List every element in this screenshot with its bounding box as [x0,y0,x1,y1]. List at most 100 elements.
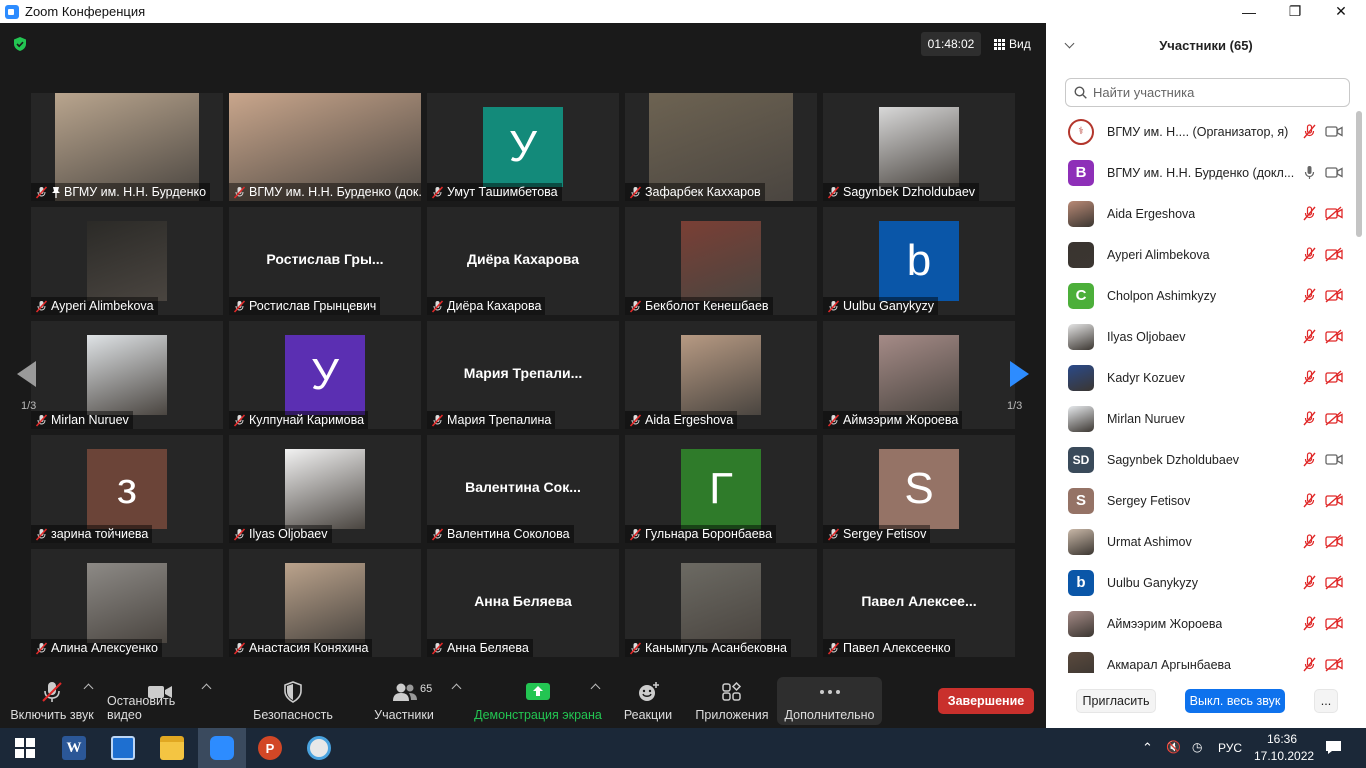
participant-list-item[interactable]: Акмарал Аргынбаева [1046,644,1358,673]
participant-list-item[interactable]: Mirlan Nuruev [1046,398,1358,439]
participant-list-item[interactable]: SD Sagynbek Dzholdubaev [1046,439,1358,480]
video-camera-off-icon[interactable] [1325,493,1343,508]
participants-button[interactable]: 65 Участники [372,673,436,728]
participant-video-tile[interactable]: Aida Ergeshova [625,321,817,429]
participant-video-tile[interactable]: з зарина тойчиева [31,435,223,543]
microphone-muted-icon[interactable] [1302,452,1317,467]
search-participant-input[interactable]: Найти участника [1065,78,1350,107]
microphone-muted-icon[interactable] [1302,329,1317,344]
apps-button[interactable]: Приложения [694,673,770,728]
unmute-button[interactable]: Включить звук [8,673,96,728]
participants-options-caret-icon[interactable] [451,683,462,694]
notifications-icon[interactable] [1325,740,1342,755]
share-screen-button[interactable]: Демонстрация экрана [474,673,602,728]
word-icon[interactable]: W [62,736,86,760]
reactions-button[interactable]: Реакции [620,673,676,728]
participant-video-tile[interactable]: Мария Трепали... Мария Трепалина [427,321,619,429]
participant-video-tile[interactable]: Ayperi Alimbekova [31,207,223,315]
mute-all-button[interactable]: Выкл. весь звук [1185,689,1285,713]
video-camera-off-icon[interactable] [1325,657,1343,672]
prev-page-arrow-icon[interactable] [17,361,36,387]
video-camera-off-icon[interactable] [1325,288,1343,303]
participant-video-tile[interactable]: У Умут Ташимбетова [427,93,619,201]
close-button[interactable]: ✕ [1318,0,1364,23]
calculator-icon[interactable] [111,736,135,760]
video-camera-icon[interactable] [1325,124,1343,139]
participant-video-tile[interactable]: ВГМУ им. Н.Н. Бурденко (док... [229,93,421,201]
video-camera-off-icon[interactable] [1325,411,1343,426]
end-meeting-button[interactable]: Завершение [938,688,1034,714]
powerpoint-icon[interactable]: P [258,736,282,760]
participant-video-tile[interactable]: Ilyas Oljobaev [229,435,421,543]
tray-chevron-icon[interactable]: ⌃ [1142,740,1153,756]
view-button[interactable]: Вид [994,32,1031,56]
microphone-muted-icon[interactable] [1302,370,1317,385]
participant-video-tile[interactable]: Валентина Сок... Валентина Соколова [427,435,619,543]
minimize-button[interactable]: — [1226,0,1272,23]
participant-video-tile[interactable]: Sagynbek Dzholdubaev [823,93,1015,201]
security-shield-icon[interactable] [12,36,28,52]
stop-video-button[interactable]: Остановить видео [107,673,213,728]
video-camera-off-icon[interactable] [1325,534,1343,549]
video-camera-icon[interactable] [1325,165,1343,180]
participant-video-tile[interactable]: Аймээрим Жороева [823,321,1015,429]
microphone-icon[interactable] [1302,165,1317,180]
microphone-muted-icon[interactable] [1302,124,1317,139]
participant-video-tile[interactable]: Бекболот Кенешбаев [625,207,817,315]
network-icon[interactable]: ◷ [1192,740,1202,754]
participant-video-tile[interactable]: У Кулпунай Каримова [229,321,421,429]
video-camera-off-icon[interactable] [1325,329,1343,344]
next-page-arrow-icon[interactable] [1010,361,1029,387]
microphone-muted-icon[interactable] [1302,616,1317,631]
participant-list-item[interactable]: Kadyr Kozuev [1046,357,1358,398]
participant-list-item[interactable]: Ayperi Alimbekova [1046,234,1358,275]
volume-muted-icon[interactable]: 🔇 [1166,740,1181,754]
more-button[interactable]: Дополнительно [777,673,882,728]
participant-list-item[interactable]: b Uulbu Ganykyzy [1046,562,1358,603]
video-camera-off-icon[interactable] [1325,206,1343,221]
clock-date[interactable]: 17.10.2022 [1254,749,1314,763]
participant-list-item[interactable]: Ilyas Oljobaev [1046,316,1358,357]
input-language[interactable]: РУС [1218,741,1242,755]
participants-scrollbar[interactable] [1356,111,1362,237]
participant-video-tile[interactable]: Зафарбек Каххаров [625,93,817,201]
participant-video-tile[interactable]: ВГМУ им. Н.Н. Бурденко [31,93,223,201]
zoom-icon[interactable] [210,736,234,760]
participant-video-tile[interactable]: b Uulbu Ganykyzy [823,207,1015,315]
microphone-muted-icon[interactable] [1302,247,1317,262]
microphone-muted-icon[interactable] [1302,657,1317,672]
security-button[interactable]: Безопасность [252,673,334,728]
restore-button[interactable]: ❐ [1272,0,1318,23]
file-explorer-icon[interactable] [160,736,184,760]
windows-start-icon[interactable] [13,736,37,760]
participant-video-tile[interactable]: Алина Алексуенко [31,549,223,657]
participant-video-tile[interactable]: Ростислав Гры... Ростислав Грынцевич [229,207,421,315]
microphone-muted-icon[interactable] [1302,575,1317,590]
participant-video-tile[interactable]: Канымгуль Асанбековна [625,549,817,657]
participant-video-tile[interactable]: Г Гульнара Боронбаева [625,435,817,543]
invite-button[interactable]: Пригласить [1076,689,1156,713]
clock-time[interactable]: 16:36 [1267,732,1297,746]
microphone-muted-icon[interactable] [1302,206,1317,221]
participant-list-item[interactable]: Aida Ergeshova [1046,193,1358,234]
participant-video-tile[interactable]: Mirlan Nuruev [31,321,223,429]
microphone-muted-icon[interactable] [1302,411,1317,426]
microphone-muted-icon[interactable] [1302,288,1317,303]
participant-list-item[interactable]: C Cholpon Ashimkyzy [1046,275,1358,316]
participant-list-item[interactable]: B ВГМУ им. Н.Н. Бурденко (докл... [1046,152,1358,193]
participant-video-tile[interactable]: S Sergey Fetisov [823,435,1015,543]
participant-list-item[interactable]: Аймээрим Жороева [1046,603,1358,644]
video-camera-off-icon[interactable] [1325,370,1343,385]
participant-video-tile[interactable]: Анна Беляева Анна Беляева [427,549,619,657]
video-camera-off-icon[interactable] [1325,575,1343,590]
panel-more-button[interactable]: ... [1314,689,1338,713]
microphone-muted-icon[interactable] [1302,493,1317,508]
paint-icon[interactable] [307,736,331,760]
video-camera-off-icon[interactable] [1325,247,1343,262]
participant-video-tile[interactable]: Диёра Кахарова Диёра Кахарова [427,207,619,315]
microphone-muted-icon[interactable] [1302,534,1317,549]
video-camera-icon[interactable] [1325,452,1343,467]
participant-video-tile[interactable]: Анастасия Коняхина [229,549,421,657]
collapse-chevron-icon[interactable] [1064,38,1075,49]
participant-list-item[interactable]: ⚕ ВГМУ им. Н.... (Организатор, я) [1046,111,1358,152]
